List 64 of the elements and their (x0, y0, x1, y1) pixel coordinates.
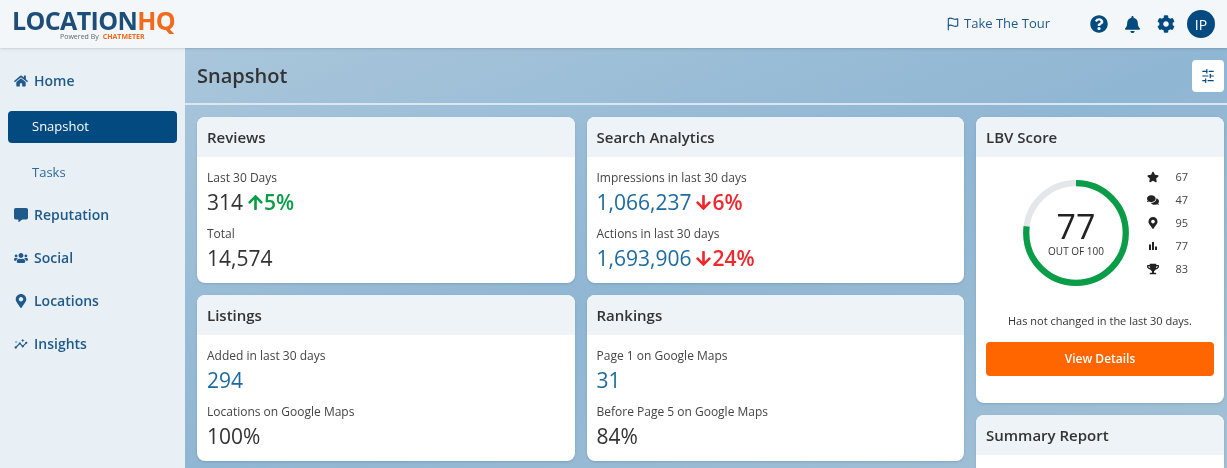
score-caption: OUT OF 100 (1048, 243, 1104, 259)
logo-suffix: HQ (137, 8, 175, 33)
message-icon (14, 207, 28, 222)
card-title: Listings (207, 305, 262, 325)
sidebar-item[interactable]: Tasks (8, 156, 177, 188)
help-icon[interactable] (1090, 15, 1108, 33)
metric-value: 14,574 (207, 243, 273, 273)
score-note: Has not changed in the last 30 days. (1007, 313, 1193, 330)
sidebar-item[interactable]: Locations (8, 284, 177, 317)
filter-button[interactable] (1192, 59, 1224, 92)
trophy-icon (1147, 263, 1160, 275)
sidebar-item[interactable]: Snapshot (8, 111, 177, 143)
metric-label: Total (207, 225, 236, 243)
score-component: 47 (1175, 191, 1188, 209)
sidebar-item[interactable]: Social (8, 241, 177, 274)
bar-chart-icon (1147, 240, 1160, 252)
metric-value: 314 (207, 187, 244, 217)
metric-label: Actions in last 30 days (596, 225, 721, 243)
notification-icon[interactable] (1124, 15, 1141, 33)
map-pin-icon (14, 293, 28, 308)
take-tour-link[interactable]: Take The Tour (946, 14, 1050, 34)
flag-icon (946, 17, 961, 31)
metric-value: 1,066,237 (596, 187, 692, 217)
logo-wordmark: LOCATION (12, 8, 138, 33)
metric-value: 31 (596, 365, 621, 395)
arrow-up-icon (247, 193, 265, 211)
score-value: 77 (1056, 207, 1096, 244)
card-title: Reviews (207, 127, 266, 147)
arrow-down-icon (695, 193, 713, 211)
sidebar-item[interactable]: Insights (8, 327, 177, 360)
score-component: 95 (1175, 214, 1188, 232)
users-icon (14, 250, 28, 265)
chat-bubbles-icon (1147, 194, 1160, 206)
score-component: 67 (1175, 168, 1188, 186)
settings-icon[interactable] (1157, 15, 1175, 33)
metric-label: Impressions in last 30 days (596, 169, 748, 187)
score-component: 77 (1175, 237, 1188, 255)
card-title: Summary Report (986, 425, 1109, 445)
metric-value: 84% (596, 421, 638, 451)
home-icon (14, 73, 28, 88)
metric-label: Locations on Google Maps (207, 403, 356, 421)
arrow-down-icon (695, 249, 713, 267)
card-title: LBV Score (986, 127, 1058, 147)
chart-icon (14, 336, 28, 351)
sidebar-item[interactable]: Home (8, 64, 177, 97)
map-pin-icon (1147, 217, 1160, 229)
metric-label: Added in last 30 days (207, 347, 327, 365)
sliders-icon (1201, 68, 1215, 83)
metric-change: 24% (712, 243, 755, 273)
metric-value: 294 (207, 365, 244, 395)
metric-label: Last 30 Days (207, 169, 278, 187)
card-title: Rankings (596, 305, 663, 325)
user-avatar[interactable]: IP (1187, 10, 1215, 38)
metric-value: 100% (207, 421, 261, 451)
metric-value: 1,693,906 (596, 243, 692, 273)
card-title: Search Analytics (596, 127, 715, 147)
metric-label: Before Page 5 on Google Maps (596, 403, 770, 421)
metric-label: Page 1 on Google Maps (596, 347, 729, 365)
metric-change: 6% (712, 187, 743, 217)
sidebar-item[interactable]: Reputation (8, 198, 177, 231)
metric-change: 5% (264, 187, 295, 217)
score-component: 83 (1175, 260, 1188, 278)
star-icon (1147, 171, 1160, 183)
page-title: Snapshot (197, 60, 288, 91)
